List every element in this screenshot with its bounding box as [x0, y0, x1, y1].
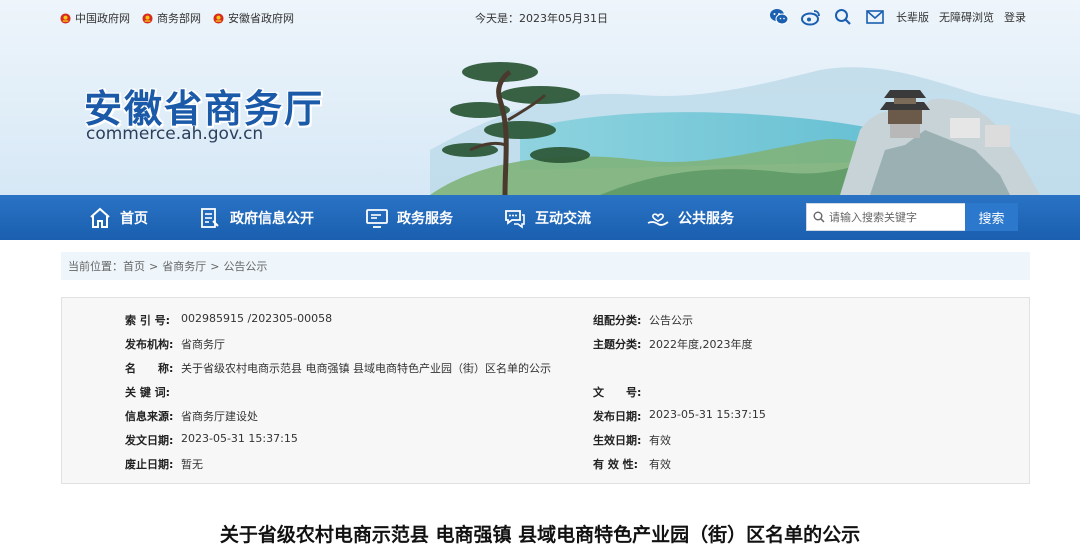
national-emblem-icon [213, 12, 224, 24]
link-mofcom-label: 商务部网 [157, 12, 201, 25]
document-info-panel: 索 引 号: 002985915 /202305-00058 发布机构: 省商务… [61, 297, 1030, 484]
link-ah-gov[interactable]: 安徽省政府网 [213, 10, 294, 26]
info-row-repeal-date: 废止日期: 暂无 [125, 456, 203, 472]
weibo-icon[interactable] [800, 7, 822, 27]
link-mofcom[interactable]: 商务部网 [142, 10, 201, 26]
info-value: 有效 [649, 458, 671, 471]
nav-item-gov-info[interactable]: 政府信息公开 [198, 195, 314, 240]
info-row-source: 信息来源: 省商务厅建设处 [125, 408, 258, 424]
breadcrumb-separator: > [149, 259, 159, 273]
nav-item-interaction-label: 互动交流 [535, 210, 591, 227]
info-label: 发文日期: [125, 434, 174, 447]
login-link[interactable]: 登录 [1004, 9, 1026, 25]
info-value: 002985915 /202305-00058 [181, 312, 333, 325]
info-value: 省商务厅建设处 [181, 410, 258, 423]
accessibility-link[interactable]: 无障碍浏览 [939, 9, 994, 25]
link-gov-cn[interactable]: 中国政府网 [60, 10, 130, 26]
info-value: 公告公示 [649, 314, 693, 327]
hand-heart-icon [647, 212, 669, 226]
breadcrumb: 当前位置： 首页 > 省商务厅 > 公告公示 [61, 252, 1030, 280]
nav-item-public-service-label: 公共服务 [678, 210, 734, 227]
info-label: 主题分类: [593, 338, 642, 351]
monitor-icon [366, 208, 388, 228]
breadcrumb-separator: > [210, 259, 220, 273]
document-icon [201, 207, 219, 228]
info-label: 索 引 号: [125, 314, 171, 327]
info-row-name: 名 称: 关于省级农村电商示范县 电商强镇 县域电商特色产业园（街）区名单的公示 [125, 360, 551, 376]
info-row-publisher: 发布机构: 省商务厅 [125, 336, 225, 352]
info-value: 暂无 [181, 458, 203, 471]
nav-item-home[interactable]: 首页 [88, 195, 148, 240]
top-bar: 中国政府网 商务部网 安徽省政府网 今天是：2023年05月31日 长辈版 无障… [0, 0, 1080, 34]
wechat-icon[interactable] [768, 7, 790, 27]
national-emblem-icon [142, 12, 153, 24]
site-domain: commerce.ah.gov.cn [86, 124, 264, 144]
search-box [806, 203, 966, 231]
info-label: 有 效 性: [593, 458, 639, 471]
info-row-topic: 主题分类: 2022年度,2023年度 [593, 336, 753, 352]
info-label: 名 称: [125, 362, 174, 375]
home-icon [90, 207, 110, 228]
info-label: 文 号: [593, 386, 642, 399]
info-row-index: 索 引 号: 002985915 /202305-00058 [125, 312, 332, 328]
breadcrumb-item-notices[interactable]: 公告公示 [223, 258, 267, 274]
nav-item-gov-service[interactable]: 政务服务 [365, 195, 453, 240]
info-label: 信息来源: [125, 410, 174, 423]
search-icon [813, 211, 825, 223]
info-label: 关 键 词: [125, 386, 171, 399]
info-label: 废止日期: [125, 458, 174, 471]
gov-links: 中国政府网 商务部网 安徽省政府网 [60, 10, 294, 26]
breadcrumb-item-home[interactable]: 首页 [123, 258, 145, 274]
info-value: 关于省级农村电商示范县 电商强镇 县域电商特色产业园（街）区名单的公示 [181, 362, 551, 375]
nav-item-home-label: 首页 [120, 210, 148, 227]
info-label: 生效日期: [593, 434, 642, 447]
search-input[interactable] [829, 210, 959, 224]
info-row-keywords: 关 键 词: [125, 384, 181, 400]
breadcrumb-item-department[interactable]: 省商务厅 [162, 258, 206, 274]
chat-icon [505, 209, 525, 229]
nav-item-interaction[interactable]: 互动交流 [503, 195, 591, 240]
nav-item-public-service[interactable]: 公共服务 [646, 195, 734, 240]
nav-item-gov-info-label: 政府信息公开 [230, 210, 314, 227]
nav-item-gov-service-label: 政务服务 [397, 210, 453, 227]
breadcrumb-prefix: 当前位置： [68, 260, 123, 273]
national-emblem-icon [60, 12, 71, 24]
info-row-validity: 有 效 性: 有效 [593, 456, 671, 472]
elder-mode-link[interactable]: 长辈版 [896, 9, 929, 25]
info-row-effective-date: 生效日期: 有效 [593, 432, 671, 448]
info-row-publish-date: 发布日期: 2023-05-31 15:37:15 [593, 408, 766, 424]
info-value: 2022年度,2023年度 [649, 338, 753, 351]
search-button[interactable]: 搜索 [965, 203, 1018, 231]
search-icon[interactable] [832, 7, 854, 27]
info-row-issue-date: 发文日期: 2023-05-31 15:37:15 [125, 432, 298, 448]
link-ah-gov-label: 安徽省政府网 [228, 12, 294, 25]
mail-icon[interactable] [864, 7, 886, 27]
info-label: 发布机构: [125, 338, 174, 351]
info-label: 发布日期: [593, 410, 642, 423]
info-label: 组配分类: [593, 314, 642, 327]
top-right-tools: 长辈版 无障碍浏览 登录 [768, 7, 1026, 27]
info-value: 省商务厅 [181, 338, 225, 351]
link-gov-cn-label: 中国政府网 [75, 12, 130, 25]
info-row-doc-number: 文 号: [593, 384, 649, 400]
info-row-category: 组配分类: 公告公示 [593, 312, 693, 328]
info-value: 2023-05-31 15:37:15 [649, 408, 766, 421]
today-date: 今天是：2023年05月31日 [475, 12, 608, 25]
article-title: 关于省级农村电商示范县 电商强镇 县域电商特色产业园（街）区名单的公示 [219, 524, 861, 546]
info-value: 2023-05-31 15:37:15 [181, 432, 298, 445]
header-banner: 中国政府网 商务部网 安徽省政府网 今天是：2023年05月31日 长辈版 无障… [0, 0, 1080, 195]
info-value: 有效 [649, 434, 671, 447]
